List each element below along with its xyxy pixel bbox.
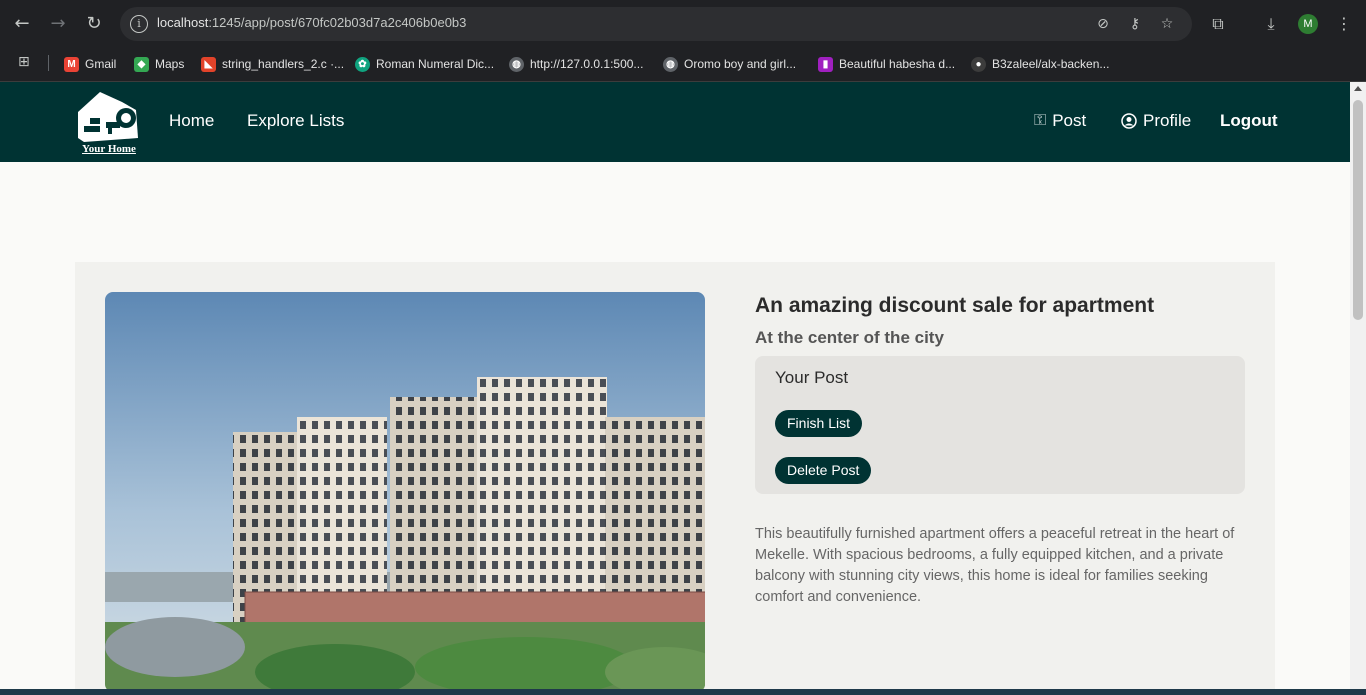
nav-profile-label: Profile xyxy=(1143,111,1192,130)
apartment-photo xyxy=(105,292,705,689)
address-bar[interactable]: i localhost:1245/app/post/670fc02b03d7a2… xyxy=(120,7,1192,41)
bookmark-github[interactable]: ● B3zaleel/alx-backen... xyxy=(971,54,1109,74)
logo-caption: Your Home xyxy=(82,143,136,155)
extensions-icon[interactable]: ⧉ xyxy=(1206,12,1230,36)
nav-post-label: Post xyxy=(1052,111,1087,130)
bookmark-label: Gmail xyxy=(85,57,117,71)
bookmark-label: Beautiful habesha d... xyxy=(839,57,956,71)
bookmarks-bar: ⊞ M Gmail ◆ Maps ◣ string_handlers_2.c ·...… xyxy=(0,46,1366,82)
maps-icon: ◆ xyxy=(134,56,149,72)
os-taskbar-strip xyxy=(0,689,1366,695)
back-arrow-icon[interactable]: ← xyxy=(10,12,34,36)
bookmark-habesha[interactable]: ▮ Beautiful habesha d... xyxy=(818,54,955,74)
bookmark-label: string_handlers_2.c ·... xyxy=(222,57,345,71)
bookmark-localhost[interactable]: ◍ http://127.0.0.1:500... xyxy=(509,54,643,74)
bookmarks-divider xyxy=(48,55,49,71)
bookmark-maps[interactable]: ◆ Maps xyxy=(134,54,184,74)
scroll-up-arrow-icon[interactable] xyxy=(1354,86,1362,91)
user-circle-icon xyxy=(1121,113,1137,129)
site-info-icon[interactable]: i xyxy=(130,15,148,33)
location-off-icon[interactable]: ⊘ xyxy=(1094,15,1112,33)
profile-avatar[interactable]: M xyxy=(1298,14,1318,34)
owner-panel-heading: Your Post xyxy=(775,368,849,387)
bookmark-oromo[interactable]: ◍ Oromo boy and girl... xyxy=(663,54,796,74)
star-icon[interactable]: ☆ xyxy=(1158,15,1176,33)
github-icon: ● xyxy=(971,56,986,72)
bookmark-gmail[interactable]: M Gmail xyxy=(64,54,116,74)
bookmark-label: Maps xyxy=(155,57,185,71)
browser-toolbar: ← → ↻ i localhost:1245/app/post/670fc02b… xyxy=(0,0,1366,46)
globe-icon: ◍ xyxy=(663,56,678,72)
key-post-icon: ⚿ xyxy=(1034,112,1047,129)
house-key-logo-icon xyxy=(78,92,138,142)
finish-list-button[interactable]: Finish List xyxy=(775,410,863,437)
bookmark-icon: ▮ xyxy=(818,56,833,72)
apps-grid-icon[interactable]: ⊞ xyxy=(18,54,34,70)
post-description: This beautifully furnished apartment off… xyxy=(755,526,1235,605)
owner-actions-panel: Your Post Finish List Delete Post xyxy=(755,356,1245,494)
bookmark-roman-numeral[interactable]: ✿ Roman Numeral Dic... xyxy=(355,54,494,74)
globe-icon: ◍ xyxy=(509,56,524,72)
bookmark-label: Oromo boy and girl... xyxy=(684,57,797,71)
nav-explore-link[interactable]: Explore Lists xyxy=(247,111,344,131)
site-logo[interactable]: Your Home xyxy=(76,88,142,156)
menu-dots-icon[interactable]: ⋮ xyxy=(1332,12,1356,36)
scrollbar-thumb[interactable] xyxy=(1353,100,1363,320)
post-title: An amazing discount sale for apartment xyxy=(755,294,1155,317)
forward-arrow-icon[interactable]: → xyxy=(46,12,70,36)
bookmark-label: http://127.0.0.1:500... xyxy=(530,57,644,71)
bookmark-label: Roman Numeral Dic... xyxy=(376,57,495,71)
key-icon[interactable]: ⚷ xyxy=(1126,15,1144,33)
nav-profile-link[interactable]: Profile xyxy=(1121,111,1191,131)
chatgpt-icon: ✿ xyxy=(355,56,370,72)
page-scrollbar[interactable] xyxy=(1350,82,1366,689)
gmail-icon: M xyxy=(64,56,79,72)
site-header: Your Home Home Explore Lists ⚿ Post Prof… xyxy=(0,82,1350,162)
apartment-buildings-image xyxy=(105,292,705,689)
gitlab-icon: ◣ xyxy=(201,56,216,72)
url-text[interactable]: localhost:1245/app/post/670fc02b03d7a2c4… xyxy=(157,15,466,30)
post-subtitle: At the center of the city xyxy=(755,328,944,347)
delete-post-button[interactable]: Delete Post xyxy=(775,457,872,484)
nav-home-link[interactable]: Home xyxy=(169,111,214,131)
reload-icon[interactable]: ↻ xyxy=(82,12,106,36)
nav-post-link[interactable]: ⚿ Post xyxy=(1034,111,1086,131)
bookmark-string-handlers[interactable]: ◣ string_handlers_2.c ·... xyxy=(201,54,344,74)
bookmark-label: B3zaleel/alx-backen... xyxy=(992,57,1110,71)
post-card: An amazing discount sale for apartment A… xyxy=(75,262,1275,689)
logout-link[interactable]: Logout xyxy=(1220,111,1278,131)
download-icon[interactable]: ⤓ xyxy=(1259,12,1283,36)
page-viewport: Your Home Home Explore Lists ⚿ Post Prof… xyxy=(0,82,1350,689)
